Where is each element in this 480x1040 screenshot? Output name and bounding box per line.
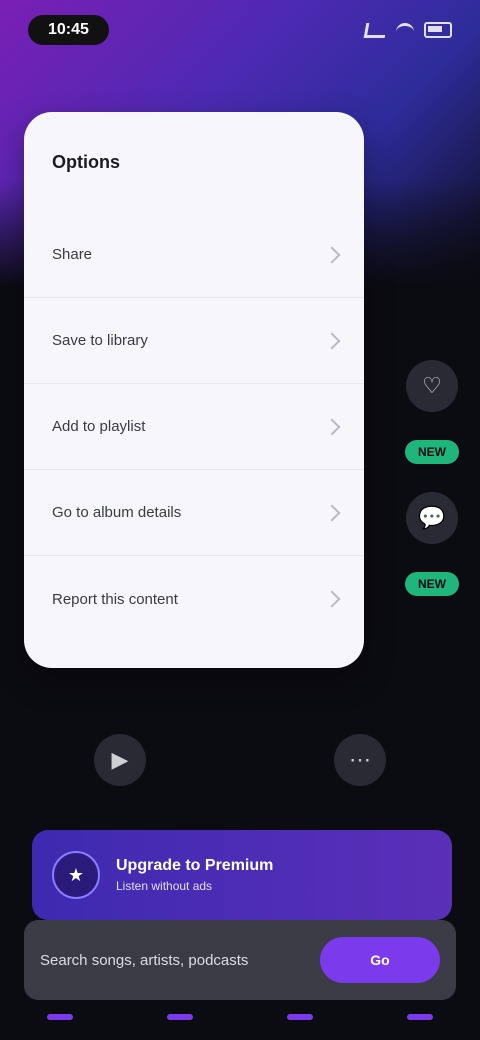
option-add-to-playlist[interactable]: Add to playlist (24, 384, 364, 470)
option-label: Report this content (52, 590, 178, 608)
option-album-details[interactable]: Go to album details (24, 470, 364, 556)
bottom-nav (0, 994, 480, 1040)
option-label: Save to library (52, 332, 148, 349)
wifi-icon (396, 22, 414, 38)
bottom-controls: ▶ ⋯ (0, 700, 480, 820)
new-badge[interactable]: NEW (405, 572, 459, 596)
nav-item[interactable] (47, 1014, 73, 1020)
chevron-right-icon (323, 504, 341, 521)
chevron-right-icon (323, 332, 341, 349)
chevron-right-icon (323, 590, 341, 608)
crown-icon: ★ (52, 851, 100, 899)
option-label: Add to playlist (52, 418, 146, 435)
status-icons (363, 22, 452, 38)
option-label: Go to album details (52, 504, 182, 521)
chevron-right-icon (323, 246, 341, 263)
nav-item[interactable] (407, 1014, 433, 1020)
status-time: 10:45 (28, 15, 109, 45)
nav-item[interactable] (287, 1014, 313, 1020)
nav-item[interactable] (167, 1014, 193, 1020)
more-button[interactable]: ⋯ (334, 734, 386, 786)
heart-icon[interactable]: ♡ (406, 360, 458, 412)
status-bar: 10:45 (0, 0, 480, 60)
side-actions: ♡ NEW 💬 NEW (400, 360, 464, 596)
option-save[interactable]: Save to library (24, 298, 364, 384)
play-button[interactable]: ▶ (94, 734, 146, 786)
option-share[interactable]: Share (24, 212, 364, 298)
battery-icon (424, 22, 452, 38)
search-input[interactable]: Search songs, artists, podcasts (40, 952, 308, 969)
new-badge[interactable]: NEW (405, 440, 459, 464)
sheet-title: Options (52, 152, 120, 172)
promo-subtitle: Listen without ads (116, 879, 213, 893)
comment-icon[interactable]: 💬 (406, 492, 458, 544)
promo-title: Upgrade to Premium (116, 857, 274, 874)
options-sheet: Options Share Save to library Add to pla… (24, 112, 364, 668)
signal-icon (363, 22, 388, 38)
option-report[interactable]: Report this content (24, 556, 364, 642)
promo-banner[interactable]: ★ Upgrade to Premium Listen without ads (32, 830, 452, 920)
promo-text: Upgrade to Premium Listen without ads (116, 857, 273, 893)
option-label: Share (52, 246, 93, 263)
search-bar[interactable]: Search songs, artists, podcasts Go (24, 920, 456, 1000)
chevron-right-icon (323, 418, 341, 435)
search-button[interactable]: Go (320, 937, 440, 983)
options-list: Share Save to library Add to playlist Go… (24, 212, 364, 642)
